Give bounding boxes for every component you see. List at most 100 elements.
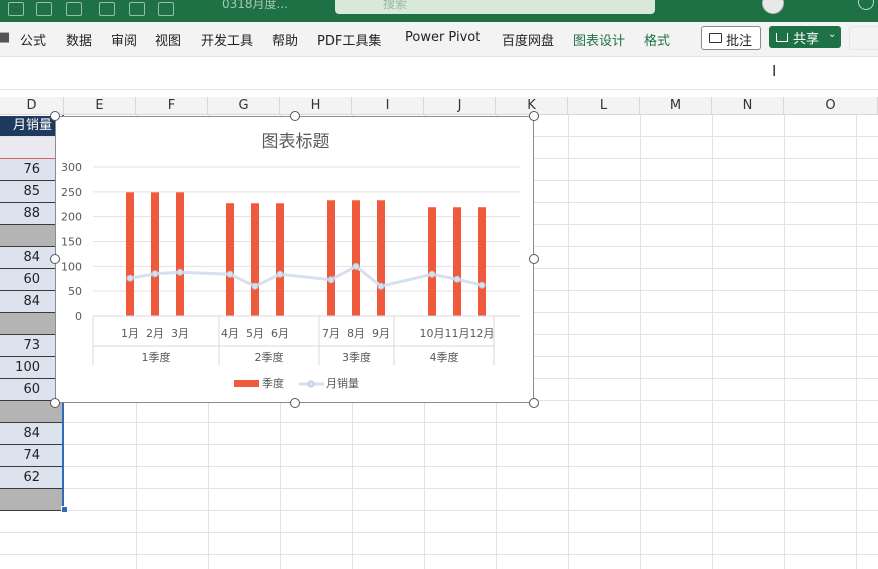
tab-help[interactable]: 帮助: [272, 30, 298, 49]
bar: [352, 200, 360, 316]
activity-button[interactable]: [849, 26, 878, 50]
search-box[interactable]: 搜索: [335, 0, 655, 14]
bar: [151, 192, 159, 316]
group-label: 3季度: [342, 350, 371, 364]
resize-handle-right[interactable]: [529, 254, 539, 264]
x-tick-label: 2月: [146, 327, 164, 340]
resize-handle-top-right[interactable]: [529, 111, 539, 121]
legend-label: 季度: [262, 376, 284, 390]
x-tick-label: 5月: [246, 327, 264, 340]
grid-line: [712, 115, 713, 569]
tab-pdf-tools[interactable]: PDF工具集: [317, 30, 381, 49]
resize-handle-left[interactable]: [50, 254, 60, 264]
column-header-e[interactable]: E: [64, 97, 136, 115]
grid-line: [568, 115, 569, 569]
sort-descending-icon[interactable]: [36, 2, 52, 16]
x-tick-label: 1月: [121, 327, 139, 340]
table-cell[interactable]: 62: [0, 467, 62, 489]
bar: [478, 207, 486, 316]
tab-power-pivot[interactable]: Power Pivot: [405, 30, 480, 45]
table-cell[interactable]: 84: [0, 423, 62, 445]
camera-icon[interactable]: [99, 2, 115, 16]
user-avatar[interactable]: [762, 0, 784, 14]
grid-line: [640, 115, 641, 569]
table-icon[interactable]: [158, 2, 174, 16]
table-cell[interactable]: 73: [0, 335, 62, 357]
x-tick-label: 3月: [171, 327, 189, 340]
comments-label: 批注: [726, 34, 753, 49]
fill-handle[interactable]: [61, 506, 68, 513]
y-tick-label: 100: [61, 260, 82, 273]
tab-format[interactable]: 格式: [644, 30, 670, 49]
column-header-j[interactable]: J: [424, 97, 496, 115]
table-cell[interactable]: [0, 137, 62, 159]
x-tick-label: 12月: [470, 327, 495, 340]
resize-handle-bottom-right[interactable]: [529, 398, 539, 408]
tab-review[interactable]: 审阅: [111, 30, 137, 49]
y-tick-label: 150: [61, 236, 82, 249]
tab-formulas[interactable]: 公式: [20, 30, 46, 49]
tab-view[interactable]: 视图: [155, 30, 181, 49]
line-point: [276, 270, 284, 278]
y-tick-label: 300: [61, 161, 82, 174]
table-cell[interactable]: 84: [0, 291, 62, 313]
formula-bar[interactable]: [0, 57, 878, 90]
legend-label: 月销量: [326, 376, 359, 390]
bar: [276, 203, 284, 316]
line-point: [226, 270, 234, 278]
tab-edge-fragment[interactable]: ■: [0, 30, 10, 45]
column-header-n[interactable]: N: [712, 97, 784, 115]
line-point: [428, 270, 436, 278]
x-tick-label: 9月: [372, 327, 390, 340]
grid-line: [0, 444, 878, 445]
resize-handle-bottom[interactable]: [290, 398, 300, 408]
chevron-down-icon[interactable]: ⌄: [828, 29, 836, 40]
bar: [428, 207, 436, 316]
table-cell[interactable]: 88: [0, 203, 62, 225]
tab-developer[interactable]: 开发工具: [201, 30, 253, 49]
line-point: [327, 276, 335, 284]
column-header-l[interactable]: L: [568, 97, 640, 115]
bar: [251, 203, 259, 316]
x-tick-label: 6月: [271, 327, 289, 340]
comment-icon: [709, 33, 722, 43]
share-button[interactable]: 共享 ⌄: [769, 26, 841, 48]
table-cell[interactable]: [0, 225, 62, 247]
column-header-f[interactable]: F: [136, 97, 208, 115]
sort-ascending-icon[interactable]: [8, 2, 24, 16]
column-header-m[interactable]: M: [640, 97, 712, 115]
tab-data[interactable]: 数据: [66, 30, 92, 49]
table-cell[interactable]: 60: [0, 269, 62, 291]
y-tick-label: 50: [68, 285, 82, 298]
column-header-o[interactable]: O: [784, 97, 878, 115]
column-header-i[interactable]: I: [352, 97, 424, 115]
legend-swatch-bar: [234, 380, 259, 387]
group-label: 1季度: [142, 350, 171, 364]
x-tick-label: 8月: [347, 327, 365, 340]
grid-line: [0, 532, 878, 533]
chart-area[interactable]: 图表标题 0 50 100 150 200 250 300 1月 2月 3月 4月 5月 6月 7月 8月 9…: [55, 116, 534, 403]
tab-baidu-netdisk[interactable]: 百度网盘: [502, 30, 554, 49]
table-cell[interactable]: 74: [0, 445, 62, 467]
table-cell[interactable]: 100: [0, 357, 62, 379]
form-icon[interactable]: [66, 2, 82, 16]
resize-handle-bottom-left[interactable]: [50, 398, 60, 408]
comments-button[interactable]: 批注: [701, 26, 761, 50]
print-preview-icon[interactable]: [129, 2, 145, 16]
grid-line: [0, 466, 878, 467]
x-tick-label: 11月: [445, 327, 470, 340]
y-tick-label: 0: [75, 310, 82, 323]
table-cell[interactable]: [0, 489, 62, 511]
table-cell[interactable]: [0, 313, 62, 335]
minimize-icon[interactable]: [858, 0, 874, 10]
table-cell[interactable]: 76: [0, 159, 62, 181]
x-tick-label: 7月: [322, 327, 340, 340]
table-cell[interactable]: 85: [0, 181, 62, 203]
line-point: [478, 281, 486, 289]
resize-handle-top-left[interactable]: [50, 111, 60, 121]
chart-plot[interactable]: 0501001502002503001月 2月 3月 4月 5月 6月 7月 8月 9月 10月 1…: [56, 117, 535, 404]
column-header-g[interactable]: G: [208, 97, 280, 115]
tab-chart-design[interactable]: 图表设计: [573, 30, 625, 49]
resize-handle-top[interactable]: [290, 111, 300, 121]
ribbon-tabs: ■ 公式 数据 审阅 视图 开发工具 帮助 PDF工具集 Power Pivot…: [0, 22, 878, 57]
